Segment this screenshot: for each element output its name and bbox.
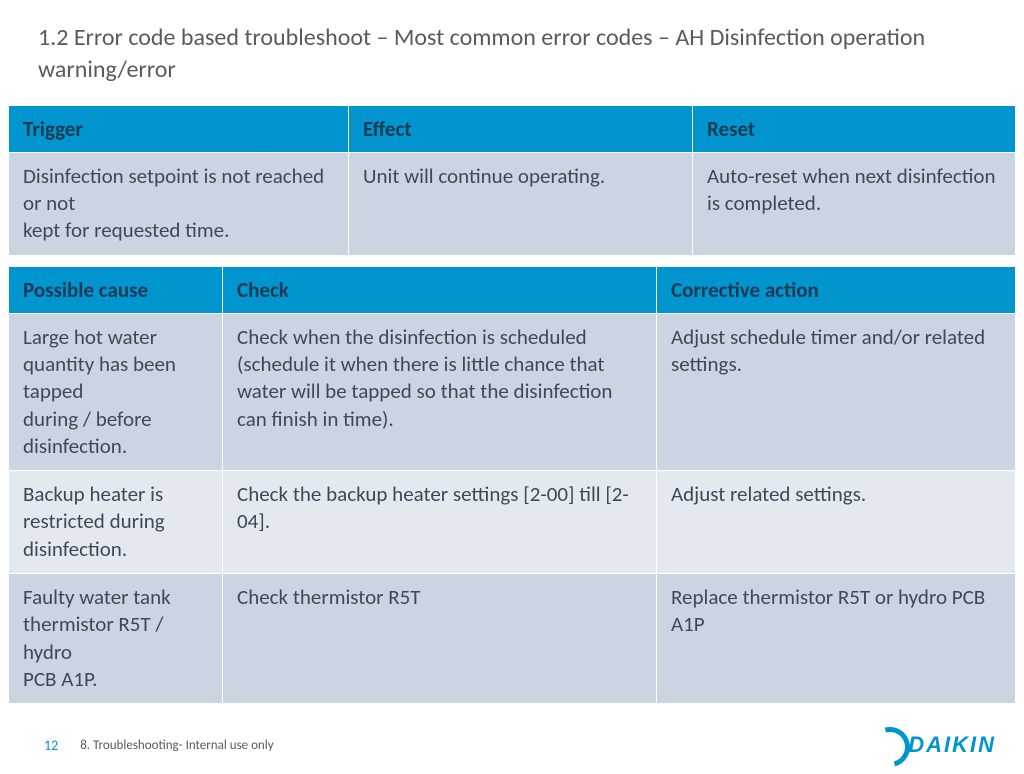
th-reset: Reset	[693, 105, 1016, 152]
content-area: Trigger Effect Reset Disinfection setpoi…	[0, 105, 1024, 704]
footer: 12 8. Troubleshooting- Internal use only…	[0, 732, 1024, 758]
th-cause: Possible cause	[9, 266, 223, 313]
table-row: Backup heater is restricted during disin…	[9, 471, 1016, 574]
page-title: 1.2 Error code based troubleshoot – Most…	[0, 0, 1024, 105]
cause-check-action-table: Possible cause Check Corrective action L…	[8, 266, 1016, 705]
td-check: Check when the disinfection is scheduled…	[223, 313, 657, 470]
th-effect: Effect	[349, 105, 693, 152]
td-reset: Auto-reset when next disinfection is com…	[693, 152, 1016, 255]
td-action: Adjust schedule timer and/or related set…	[657, 313, 1016, 470]
table-row: Disinfection setpoint is not reached or …	[9, 152, 1016, 255]
trigger-effect-reset-table: Trigger Effect Reset Disinfection setpoi…	[8, 105, 1016, 256]
footer-section-label: 8. Troubleshooting- Internal use only	[80, 738, 273, 753]
th-action: Corrective action	[657, 266, 1016, 313]
table-row: Large hot water quantity has been tapped…	[9, 313, 1016, 470]
td-effect: Unit will continue operating.	[349, 152, 693, 255]
td-check: Check the backup heater settings [2-00] …	[223, 471, 657, 574]
daikin-logo: DAIKIN	[870, 732, 996, 758]
table-header-row: Trigger Effect Reset	[9, 105, 1016, 152]
td-check: Check thermistor R5T	[223, 574, 657, 704]
table-header-row: Possible cause Check Corrective action	[9, 266, 1016, 313]
td-action: Replace thermistor R5T or hydro PCB A1P	[657, 574, 1016, 704]
daikin-logo-text: DAIKIN	[908, 732, 996, 758]
th-check: Check	[223, 266, 657, 313]
table-row: Faulty water tank thermistor R5T / hydro…	[9, 574, 1016, 704]
td-cause: Backup heater is restricted during disin…	[9, 471, 223, 574]
td-cause: Large hot water quantity has been tapped…	[9, 313, 223, 470]
td-cause: Faulty water tank thermistor R5T / hydro…	[9, 574, 223, 704]
th-trigger: Trigger	[9, 105, 349, 152]
page-number: 12	[44, 737, 58, 754]
td-action: Adjust related settings.	[657, 471, 1016, 574]
daikin-swoosh-icon	[870, 733, 904, 757]
td-trigger: Disinfection setpoint is not reached or …	[9, 152, 349, 255]
